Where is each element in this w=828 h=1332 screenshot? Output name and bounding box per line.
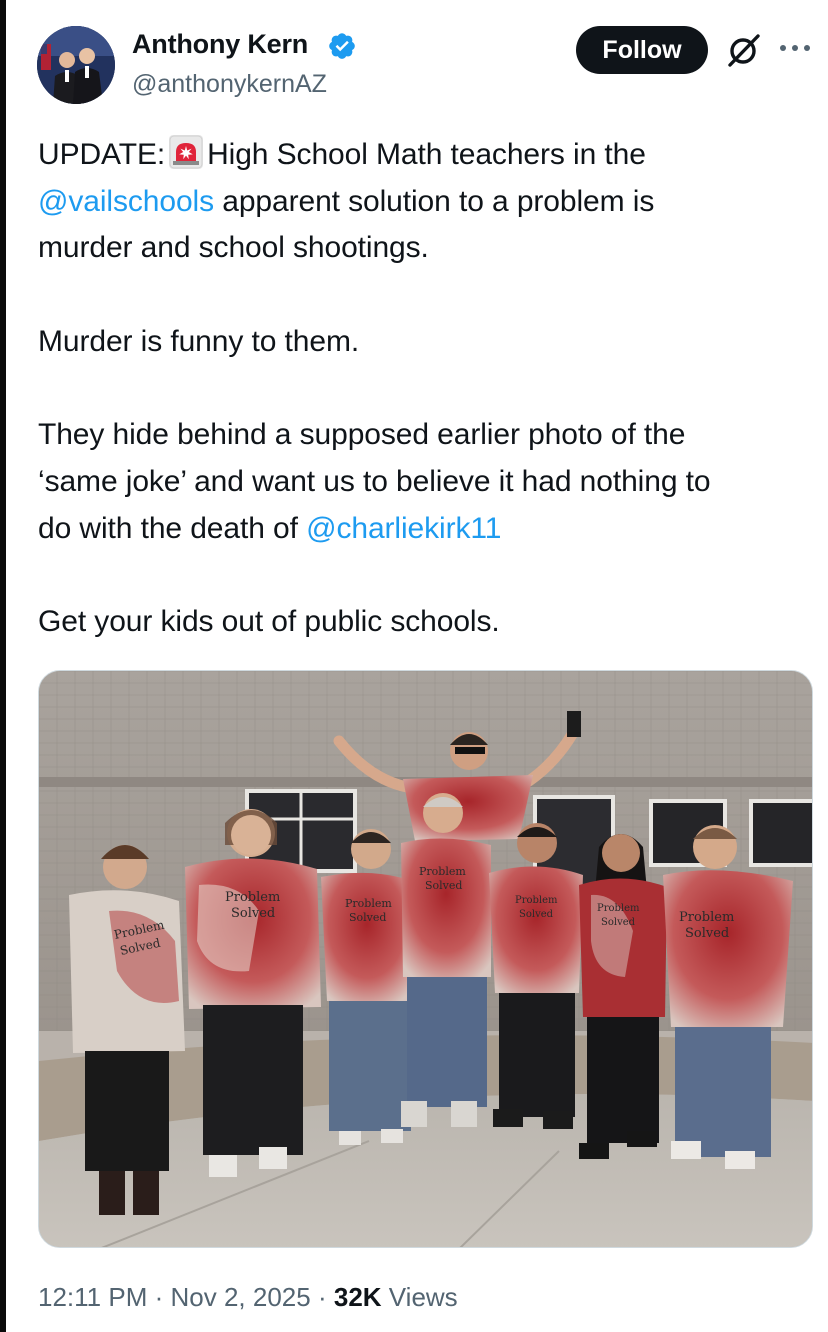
grok-icon[interactable] (724, 30, 764, 70)
meta-separator: · (154, 1282, 164, 1312)
left-edge-border (0, 0, 6, 1332)
tweet-paragraph-3-line-2: ‘same joke’ and want us to believe it ha… (38, 464, 711, 498)
svg-text:Solved: Solved (425, 879, 462, 892)
tweet-photo[interactable]: Problem Solved Problem Solved Problem So (38, 670, 813, 1248)
tweet-meta: 12:11 PM · Nov 2, 2025 · 32K Views (38, 1282, 458, 1313)
views-count: 32K (333, 1282, 382, 1312)
update-label: UPDATE: (38, 138, 166, 171)
author-avatar[interactable] (37, 26, 115, 104)
svg-text:Solved: Solved (231, 906, 275, 921)
police-light-emoji (169, 135, 204, 169)
meta-separator: · (317, 1282, 327, 1312)
svg-text:Solved: Solved (349, 911, 386, 924)
person-4: Problem Solved (401, 793, 491, 1127)
tweet-date[interactable]: Nov 2, 2025 (171, 1282, 311, 1312)
more-icon[interactable] (778, 38, 812, 58)
author-handle[interactable]: @anthonykernAZ (132, 70, 327, 99)
svg-text:Problem: Problem (679, 910, 734, 925)
svg-text:Problem: Problem (225, 890, 280, 905)
svg-text:Problem: Problem (419, 865, 466, 878)
tweet-paragraph-3-line-1: They hide behind a supposed earlier phot… (38, 418, 686, 452)
tweet-text: UPDATE: High School Math teachers in the … (38, 132, 814, 646)
svg-text:Solved: Solved (601, 917, 636, 928)
svg-text:Problem: Problem (597, 903, 640, 914)
group-photo-illustration: Problem Solved Problem Solved Problem So (39, 671, 812, 1247)
tweet-line-1-rest: High School Math teachers in the (207, 138, 646, 171)
mention-vailschools[interactable]: @vailschools (38, 185, 214, 218)
verified-badge-icon (329, 33, 355, 59)
tweet-line-2-rest: apparent solution to a problem is (222, 184, 655, 218)
person-1: Problem Solved (69, 845, 185, 1215)
svg-text:Solved: Solved (685, 926, 729, 941)
tweet-time[interactable]: 12:11 PM (38, 1282, 147, 1312)
tweet-line-3: murder and school shootings. (38, 231, 429, 265)
tweet-paragraph-4: Get your kids out of public schools. (38, 604, 500, 638)
views-label: Views (388, 1282, 458, 1312)
tweet-line-2: @vailschools apparent solution to a prob… (38, 179, 814, 226)
avatar-image (37, 26, 115, 104)
author-name[interactable]: Anthony Kern (132, 29, 308, 60)
mention-charliekirk11[interactable]: @charliekirk11 (306, 512, 501, 545)
svg-text:Problem: Problem (515, 895, 558, 906)
follow-button[interactable]: Follow (576, 26, 708, 74)
tweet-paragraph-3-line-3: do with the death of @charliekirk11 (38, 506, 814, 553)
tweet-paragraph-2: Murder is funny to them. (38, 324, 360, 358)
tweet-line-1: UPDATE: High School Math teachers in the (38, 132, 814, 179)
tweet-line-prefix: do with the death of (38, 511, 298, 545)
svg-text:Problem: Problem (345, 897, 392, 910)
svg-text:Solved: Solved (519, 909, 554, 920)
